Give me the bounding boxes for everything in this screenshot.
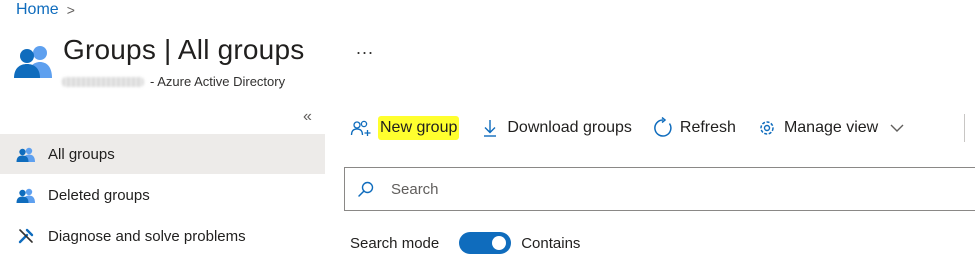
sidebar-item-diagnose[interactable]: Diagnose and solve problems bbox=[0, 216, 325, 256]
groups-icon bbox=[14, 46, 52, 78]
download-icon bbox=[479, 118, 501, 138]
search-mode-toggle[interactable] bbox=[459, 232, 512, 254]
command-bar: New group Download groups Refresh Manage… bbox=[350, 108, 924, 148]
manage-view-label: Manage view bbox=[783, 119, 879, 136]
groups-icon bbox=[16, 146, 36, 162]
manage-view-button[interactable]: Manage view bbox=[756, 118, 904, 138]
refresh-button[interactable]: Refresh bbox=[652, 117, 736, 138]
search-mode-label: Search mode bbox=[350, 234, 440, 252]
sidebar-item-label: All groups bbox=[48, 145, 115, 163]
refresh-label: Refresh bbox=[679, 119, 736, 136]
sidebar-item-label: Diagnose and solve problems bbox=[48, 227, 246, 245]
gear-icon bbox=[756, 118, 778, 138]
breadcrumb-home-link[interactable]: Home bbox=[16, 1, 59, 19]
search-mode-value: Contains bbox=[521, 234, 581, 252]
new-group-label: New group bbox=[378, 116, 460, 140]
command-bar-divider bbox=[964, 114, 965, 142]
sidebar-item-deleted-groups[interactable]: Deleted groups bbox=[0, 175, 325, 215]
chevron-down-icon bbox=[890, 123, 904, 133]
more-options-button[interactable]: ... bbox=[356, 38, 374, 59]
breadcrumb: Home > bbox=[16, 0, 75, 20]
tenant-name-redacted bbox=[62, 76, 144, 87]
page-title: Groups | All groups bbox=[63, 34, 305, 65]
subtitle-text: - Azure Active Directory bbox=[150, 74, 286, 89]
download-groups-button[interactable]: Download groups bbox=[479, 118, 632, 138]
collapse-sidebar-button[interactable]: « bbox=[303, 108, 312, 126]
refresh-icon bbox=[652, 117, 674, 138]
download-groups-label: Download groups bbox=[507, 119, 632, 136]
groups-icon bbox=[16, 187, 36, 203]
toggle-knob bbox=[492, 236, 507, 250]
search-icon bbox=[357, 180, 375, 198]
page-subtitle: - Azure Active Directory bbox=[62, 74, 285, 89]
wrench-icon bbox=[16, 228, 36, 244]
search-input[interactable] bbox=[389, 179, 975, 199]
search-mode-row: Search mode Contains bbox=[350, 231, 580, 255]
search-box[interactable] bbox=[344, 167, 975, 211]
sidebar-item-all-groups[interactable]: All groups bbox=[0, 134, 325, 174]
new-group-button[interactable]: New group bbox=[350, 116, 460, 140]
chevron-right-icon: > bbox=[66, 2, 75, 18]
add-group-icon bbox=[350, 118, 372, 138]
sidebar-item-label: Deleted groups bbox=[48, 186, 150, 204]
